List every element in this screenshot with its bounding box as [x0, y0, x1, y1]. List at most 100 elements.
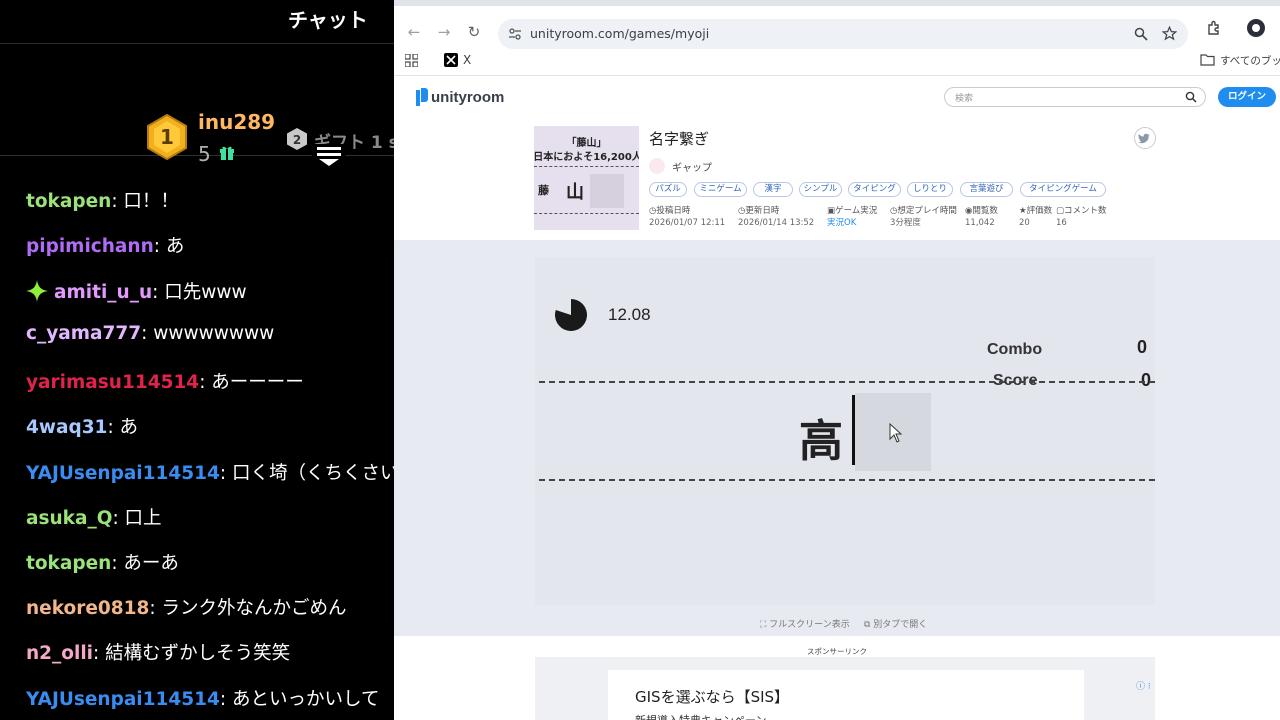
- newtab-label: 別タブで開く: [873, 620, 928, 630]
- game-info-section: 「藤山」 日本におよそ16,200人 藤 山 名字繋ぎ ギャップ パズル ミニゲー…: [394, 118, 1280, 241]
- browser-toolbar: ← → ↻ unityroom.com/games/myoji: [394, 6, 1280, 49]
- game-canvas[interactable]: 12.08 Combo 0 Score 0 高: [535, 257, 1155, 605]
- ad-info-icon[interactable]: ⓘ ⁝: [1136, 679, 1151, 692]
- chat-message-text: : wwwwwwww: [141, 323, 275, 344]
- author-name[interactable]: ギャップ: [672, 159, 712, 174]
- twitter-share-icon[interactable]: [1134, 127, 1156, 149]
- all-bookmarks-folder[interactable]: すべてのブックマ: [1220, 53, 1280, 68]
- collapse-icon: [317, 147, 341, 166]
- timer-value: 12.08: [608, 305, 651, 324]
- gift-count: 5: [198, 142, 211, 166]
- stat-value: 16: [1056, 218, 1067, 228]
- tag-chip[interactable]: 漢字: [753, 182, 793, 197]
- stat-label: ◉閲覧数: [965, 206, 998, 216]
- back-arrow-icon[interactable]: ←: [406, 24, 422, 40]
- stat-label: ◷投稿日時: [649, 206, 691, 216]
- thumbnail-surname: 「藤山」: [566, 138, 607, 149]
- chat-message-text: : 口先www: [152, 282, 247, 303]
- chat-username[interactable]: amiti_u_u: [54, 282, 152, 303]
- chat-message: c_yama777: wwwwwwww: [26, 323, 274, 344]
- tag-chip[interactable]: パズル: [649, 182, 687, 197]
- dashed-divider-top: [539, 381, 1155, 383]
- apps-grid-icon[interactable]: [405, 54, 418, 67]
- combo-value: 0: [1137, 337, 1148, 357]
- thumbnail-divider: [534, 166, 639, 167]
- chat-username[interactable]: asuka_Q: [26, 508, 112, 529]
- collapse-leaderboard-button[interactable]: [312, 144, 346, 168]
- ad-title: GISを選ぶなら【SIS】: [635, 688, 790, 706]
- site-search-input[interactable]: 検索: [944, 87, 1206, 107]
- chat-username[interactable]: c_yama777: [26, 323, 141, 344]
- top-gifter-name[interactable]: inu289: [198, 110, 275, 134]
- stat-label: ◷更新日時: [738, 206, 780, 216]
- tag-chip[interactable]: 言葉遊び: [960, 182, 1013, 197]
- chat-username[interactable]: YAJUsenpai114514: [26, 463, 220, 484]
- chat-message-text: : ランク外なんかごめん: [149, 598, 347, 619]
- browser-window: ← → ↻ unityroom.com/games/myoji X すべてのブッ…: [394, 0, 1280, 720]
- author-avatar[interactable]: [649, 158, 665, 174]
- tag-chip[interactable]: タイピング: [848, 182, 901, 197]
- x-logo-icon[interactable]: [444, 53, 458, 67]
- unityroom-logo[interactable]: unityroom: [416, 87, 504, 107]
- stat-value[interactable]: 実況OK: [827, 217, 877, 229]
- stat-value: 3分程度: [890, 218, 921, 228]
- stat-item: ◷更新日時 2026/01/14 13:52: [738, 205, 814, 229]
- chat-message: 4waq31: あ: [26, 413, 138, 439]
- bookmark-star-icon[interactable]: [1162, 26, 1177, 41]
- chat-username[interactable]: tokapen: [26, 553, 111, 574]
- stat-value: 2026/01/07 12:11: [649, 218, 726, 228]
- reload-icon[interactable]: ↻: [466, 24, 482, 40]
- tag-chip[interactable]: しりとり: [907, 182, 953, 197]
- tag-chip[interactable]: ミニゲーム: [694, 182, 747, 197]
- address-bar[interactable]: unityroom.com/games/myoji: [498, 19, 1188, 49]
- bookmarks-bar: X すべてのブックマ: [394, 46, 1280, 76]
- search-icon[interactable]: [1185, 91, 1197, 103]
- ad-card[interactable]: GISを選ぶなら【SIS】 新規導入特典キャンペーン: [608, 670, 1084, 720]
- game-controls: ⛶ フルスクリーン表示 ⧉ 別タブで開く: [394, 612, 1280, 634]
- chat-message-text: : 結構むずかしそう笑笑: [93, 643, 291, 664]
- stat-label: ◷想定プレイ時間: [890, 206, 957, 216]
- ad-container: GISを選ぶなら【SIS】 新規導入特典キャンペーン ⓘ ⁝: [535, 657, 1155, 720]
- chat-message: asuka_Q: 口上: [26, 504, 162, 530]
- chat-username[interactable]: yarimasu114514: [26, 372, 199, 393]
- site-info-icon[interactable]: [508, 27, 522, 41]
- fullscreen-link[interactable]: ⛶ フルスクリーン表示: [760, 617, 850, 630]
- profile-avatar-icon[interactable]: [1246, 18, 1266, 38]
- chat-username[interactable]: n2_olli: [26, 643, 93, 664]
- forward-arrow-icon[interactable]: →: [436, 24, 452, 40]
- chat-message-text: : 口！！: [111, 191, 179, 212]
- chat-message: amiti_u_u: 口先www: [26, 278, 247, 304]
- login-button[interactable]: ログイン: [1218, 87, 1276, 107]
- dashed-divider-bottom: [539, 479, 1155, 481]
- chat-username[interactable]: YAJUsenpai114514: [26, 689, 220, 710]
- stat-label: ★評価数: [1019, 206, 1053, 216]
- zoom-icon[interactable]: [1134, 27, 1148, 41]
- chat-message: n2_olli: 結構むずかしそう笑笑: [26, 639, 290, 665]
- chat-username[interactable]: tokapen: [26, 191, 111, 212]
- thumbnail-kanji-1: 藤: [538, 184, 549, 197]
- chat-username[interactable]: 4waq31: [26, 417, 107, 438]
- stat-item: ▢コメント数 16: [1056, 205, 1107, 229]
- sparkle-badge-icon: [26, 280, 48, 302]
- stat-label: ▢コメント数: [1056, 206, 1107, 216]
- url-text: unityroom.com/games/myoji: [530, 26, 710, 41]
- ad-subtitle: 新規導入特典キャンペーン: [635, 712, 766, 720]
- chat-title: チャット: [288, 8, 368, 32]
- tag-chip[interactable]: シンプル: [799, 182, 842, 197]
- timer-pie-icon: [555, 299, 587, 331]
- site-header: unityroom 検索 ログイン: [394, 76, 1280, 118]
- bookmark-x[interactable]: X: [463, 53, 471, 67]
- extensions-icon[interactable]: [1206, 20, 1222, 36]
- open-new-tab-link[interactable]: ⧉ 別タブで開く: [864, 617, 927, 630]
- prompt-kanji: 高: [799, 416, 843, 467]
- chat-username[interactable]: nekore0818: [26, 598, 149, 619]
- tag-chip[interactable]: タイピングゲーム: [1020, 182, 1106, 197]
- svg-text:2: 2: [293, 133, 301, 147]
- game-area: 12.08 Combo 0 Score 0 高: [394, 241, 1280, 636]
- chat-username[interactable]: pipimichann: [26, 236, 154, 257]
- stat-item: ◷想定プレイ時間 3分程度: [890, 205, 957, 229]
- game-thumbnail[interactable]: 「藤山」 日本におよそ16,200人 藤 山: [534, 126, 639, 230]
- stat-item: ▣ゲーム実況 実況OK: [827, 205, 877, 229]
- text-caret: [852, 395, 855, 465]
- stat-label: ▣ゲーム実況: [827, 206, 878, 216]
